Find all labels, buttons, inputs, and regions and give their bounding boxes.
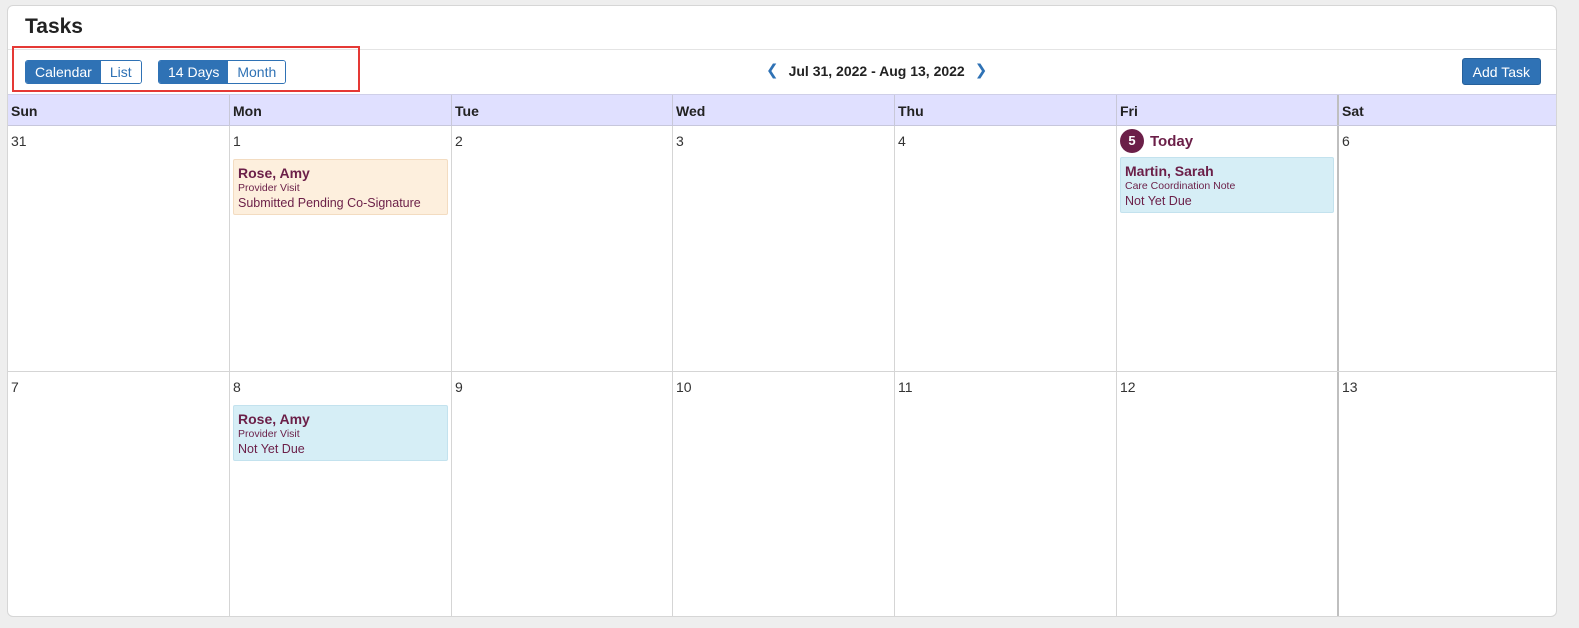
- day-number: 3: [676, 133, 684, 149]
- task-status: Not Yet Due: [1125, 194, 1192, 208]
- range-toggle: 14 Days Month: [158, 60, 287, 84]
- weekday-tue: Tue: [451, 95, 672, 125]
- day-number: 7: [11, 379, 19, 395]
- page-title: Tasks: [25, 15, 83, 38]
- day-number: 6: [1342, 133, 1350, 149]
- day-number: 2: [455, 133, 463, 149]
- tasks-panel: Tasks Calendar List 14 Days Month ❮ Jul …: [7, 5, 1557, 617]
- day-number: 31: [11, 133, 27, 149]
- weekday-thu: Thu: [894, 95, 1116, 125]
- task-card[interactable]: Rose, Amy Provider Visit Submitted Pendi…: [233, 159, 448, 215]
- day-cell[interactable]: 6: [1337, 126, 1556, 371]
- day-cell[interactable]: 8 Rose, Amy Provider Visit Not Yet Due: [229, 372, 451, 616]
- date-range-label: Jul 31, 2022 - Aug 13, 2022: [788, 63, 965, 79]
- day-number: 12: [1120, 379, 1136, 395]
- task-type: Provider Visit: [238, 428, 300, 440]
- day-cell[interactable]: 31: [8, 126, 229, 371]
- chevron-left-icon[interactable]: ❮: [764, 62, 781, 80]
- today-date-badge: 5: [1120, 129, 1144, 153]
- task-card[interactable]: Rose, Amy Provider Visit Not Yet Due: [233, 405, 448, 461]
- task-type: Provider Visit: [238, 182, 300, 194]
- list-view-button[interactable]: List: [100, 61, 141, 83]
- task-status: Not Yet Due: [238, 442, 305, 456]
- title-bar: Tasks: [8, 6, 1556, 50]
- today-marker: 5 Today: [1120, 129, 1337, 153]
- day-cell[interactable]: 1 Rose, Amy Provider Visit Submitted Pen…: [229, 126, 451, 371]
- chevron-right-icon[interactable]: ❯: [973, 62, 990, 80]
- weekday-header: Sun Mon Tue Wed Thu Fri Sat: [8, 94, 1556, 126]
- toolbar: Calendar List 14 Days Month ❮ Jul 31, 20…: [8, 46, 1556, 94]
- date-navigator: ❮ Jul 31, 2022 - Aug 13, 2022 ❯: [764, 62, 989, 80]
- day-cell[interactable]: 3: [672, 126, 894, 371]
- weekday-wed: Wed: [672, 95, 894, 125]
- calendar-view-button[interactable]: Calendar: [26, 61, 101, 83]
- weekday-fri: Fri: [1116, 95, 1337, 125]
- view-toggle: Calendar List: [25, 60, 142, 84]
- calendar-grid: Sun Mon Tue Wed Thu Fri Sat 31 1 Rose, A…: [8, 94, 1556, 616]
- day-cell[interactable]: 12: [1116, 372, 1337, 616]
- task-patient-name: Rose, Amy: [238, 411, 310, 427]
- task-status: Submitted Pending Co-Signature: [238, 196, 421, 210]
- day-number: 9: [455, 379, 463, 395]
- day-number: 4: [898, 133, 906, 149]
- day-number: 1: [233, 133, 241, 149]
- month-button[interactable]: Month: [228, 61, 286, 83]
- 14-days-button[interactable]: 14 Days: [159, 61, 229, 83]
- week-row: 31 1 Rose, Amy Provider Visit Submitted …: [8, 126, 1556, 372]
- task-type: Care Coordination Note: [1125, 180, 1236, 192]
- day-cell[interactable]: 7: [8, 372, 229, 616]
- task-card[interactable]: Martin, Sarah Care Coordination Note Not…: [1120, 157, 1334, 213]
- day-cell[interactable]: 2: [451, 126, 672, 371]
- today-label: Today: [1150, 132, 1194, 150]
- day-number: 8: [233, 379, 241, 395]
- day-cell[interactable]: 11: [894, 372, 1116, 616]
- day-cell[interactable]: 4: [894, 126, 1116, 371]
- weekday-sat: Sat: [1337, 95, 1556, 125]
- day-cell-today[interactable]: 5 Today Martin, Sarah Care Coordination …: [1116, 126, 1337, 371]
- weekday-mon: Mon: [229, 95, 451, 125]
- week-row: 7 8 Rose, Amy Provider Visit Not Yet Due…: [8, 372, 1556, 616]
- add-task-button[interactable]: Add Task: [1461, 58, 1541, 85]
- day-number: 11: [898, 379, 913, 395]
- weekday-sun: Sun: [11, 103, 38, 119]
- task-patient-name: Martin, Sarah: [1125, 163, 1214, 179]
- day-number: 10: [676, 379, 692, 395]
- day-number: 13: [1342, 379, 1358, 395]
- day-cell[interactable]: 9: [451, 372, 672, 616]
- day-cell[interactable]: 13: [1337, 372, 1556, 616]
- day-cell[interactable]: 10: [672, 372, 894, 616]
- task-patient-name: Rose, Amy: [238, 165, 310, 181]
